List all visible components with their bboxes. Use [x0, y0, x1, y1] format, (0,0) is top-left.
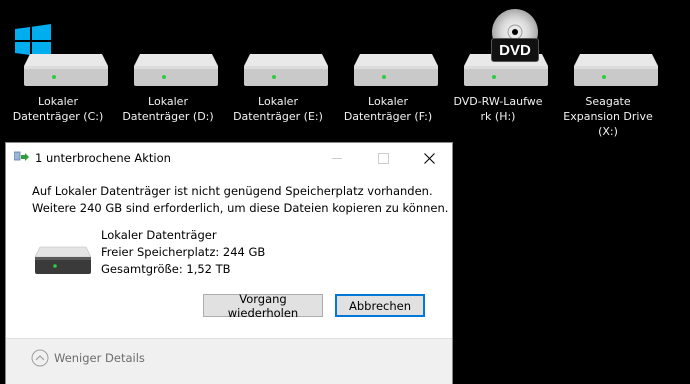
drive-info: Lokaler Datenträger Freier Speicherplatz…: [101, 227, 265, 278]
hard-drive-icon: [35, 246, 91, 274]
drive-info-free-space: Freier Speicherplatz: 244 GB: [101, 245, 266, 259]
error-message-line2: Weitere 240 GB sind erforderlich, um die…: [32, 201, 449, 215]
drive-label: DVD-RW-Laufwe rk (H:): [453, 95, 543, 123]
interrupted-action-dialog: 1 unterbrochene Aktion Auf Lokaler Daten…: [5, 142, 453, 384]
retry-button[interactable]: Vorgang wiederholen: [203, 292, 323, 320]
dialog-title: 1 unterbrochene Aktion: [35, 151, 171, 165]
maximize-button[interactable]: [360, 143, 406, 173]
drive-item-f[interactable]: Lokaler Datenträger (F:): [338, 0, 438, 145]
drive-info-name: Lokaler Datenträger: [101, 228, 217, 242]
error-message-line1: Auf Lokaler Datenträger ist nicht genüge…: [32, 184, 433, 198]
dvd-drive-icon: DVD: [448, 0, 548, 92]
close-button[interactable]: [406, 143, 452, 173]
minimize-button[interactable]: [314, 143, 360, 173]
drive-item-d[interactable]: Lokaler Datenträger (D:): [118, 0, 218, 145]
drive-label: Lokaler Datenträger (C:): [12, 95, 104, 123]
dialog-titlebar[interactable]: 1 unterbrochene Aktion: [6, 143, 452, 173]
drive-info-total-size: Gesamtgröße: 1,52 TB: [101, 262, 231, 276]
drive-item-x[interactable]: Seagate Expansion Drive (X:): [558, 0, 658, 145]
chevron-up-icon[interactable]: [31, 349, 49, 367]
dvd-badge-label: DVD: [499, 41, 531, 59]
drive-label: Lokaler Datenträger (D:): [122, 95, 214, 123]
drive-item-c[interactable]: Lokaler Datenträger (C:): [8, 0, 108, 145]
hard-drive-icon: [8, 0, 108, 92]
file-copy-icon: [14, 151, 29, 161]
drive-item-e[interactable]: Lokaler Datenträger (E:): [228, 0, 328, 145]
drive-item-h[interactable]: DVD DVD-RW-Laufwe rk (H:): [448, 0, 548, 145]
drive-label: Lokaler Datenträger (E:): [233, 95, 323, 123]
drive-label: Seagate Expansion Drive (X:): [563, 95, 653, 138]
maximize-icon: [377, 152, 389, 164]
hard-drive-icon: [338, 0, 438, 92]
error-message: Auf Lokaler Datenträger ist nicht genüge…: [32, 183, 448, 217]
dialog-footer: Weniger Details: [6, 338, 452, 384]
fewer-details-toggle[interactable]: Weniger Details: [54, 351, 145, 365]
hard-drive-icon: [228, 0, 328, 92]
dvd-badge: DVD: [491, 38, 539, 62]
minimize-icon: [332, 157, 342, 159]
close-icon: [423, 152, 435, 164]
hard-drive-icon: [558, 0, 658, 92]
drive-label: Lokaler Datenträger (F:): [343, 95, 433, 123]
hard-drive-icon: [118, 0, 218, 92]
cancel-button[interactable]: Abbrechen: [335, 294, 425, 317]
